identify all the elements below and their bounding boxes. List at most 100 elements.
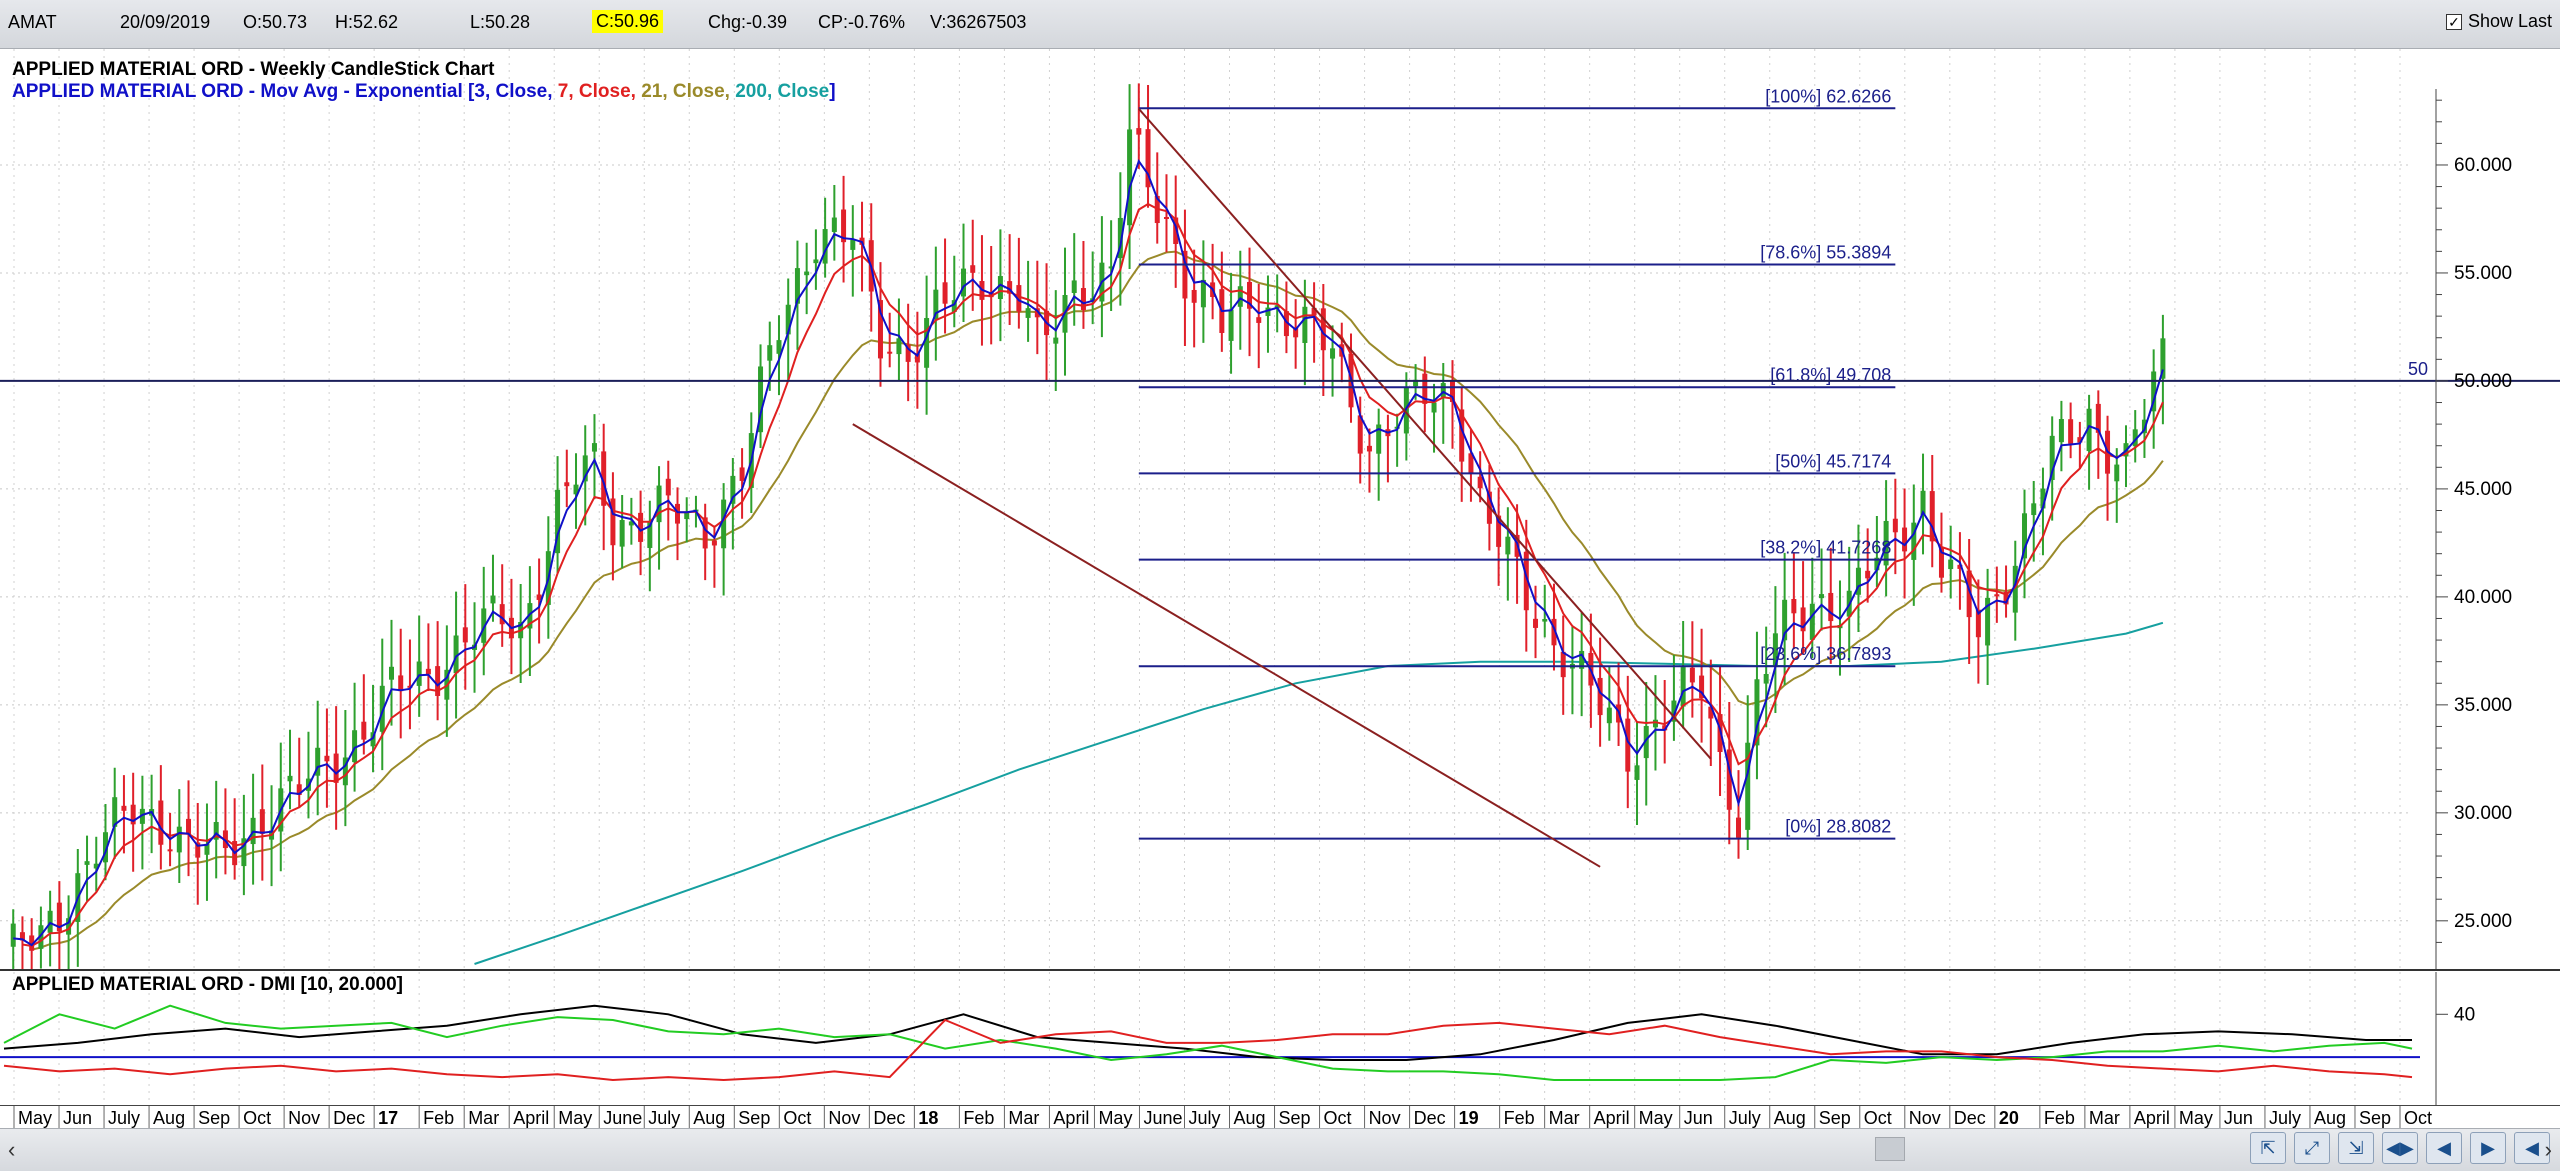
volume-value: V:36267503: [930, 12, 1027, 32]
candle-body: [1634, 765, 1640, 780]
candle-body: [1228, 309, 1234, 341]
candle-body: [1560, 651, 1566, 678]
chart-nav-button[interactable]: ◀▶: [2382, 1132, 2418, 1164]
fib-level-label: [100%] 62.6266: [1765, 86, 1891, 106]
chart-nav-button[interactable]: ⇲: [2338, 1132, 2374, 1164]
candle-body: [1477, 476, 1483, 489]
candle-body: [2114, 464, 2120, 482]
candle-body: [1689, 667, 1695, 683]
show-last-label: Show Last: [2467, 11, 2552, 31]
candle-body: [1597, 677, 1603, 716]
x-tick-label: July: [108, 1108, 140, 1128]
candle-body: [1025, 308, 1031, 318]
x-tick-label: Mar: [1008, 1108, 1039, 1128]
dmi-y-tick-label: 40: [2454, 1004, 2475, 1025]
x-tick-label: Aug: [153, 1108, 185, 1128]
candle-body: [831, 217, 837, 232]
overlay-period-3: 3: [474, 81, 485, 102]
chart-nav-buttons: ⇱ ⤢ ⇲ ◀▶ ◀ ▶ ◀: [2250, 1132, 2550, 1164]
x-tick-label: May: [558, 1108, 592, 1128]
candle-body: [324, 755, 330, 762]
overlay-title-suffix: ]: [829, 81, 835, 102]
y-tick-label: 60.000: [2454, 155, 2512, 176]
candle-body: [1200, 279, 1206, 308]
dmi-chart[interactable]: 40 APPLIED MATERIAL ORD - DMI [10, 20.00…: [0, 972, 2560, 1105]
show-last-toggle[interactable]: ✓ Show Last: [2445, 11, 2552, 32]
candle-body: [1892, 518, 1898, 533]
candle-body: [2068, 419, 2074, 444]
price-chart[interactable]: [100%] 62.6266 [78.6%] 55.3894 [61.8%] 49.…: [0, 49, 2560, 971]
overlay-period-21: 21: [641, 81, 663, 102]
candle-body: [1809, 603, 1815, 640]
candle-body: [1819, 594, 1825, 599]
candle-body: [333, 753, 339, 783]
candle-body: [2058, 419, 2064, 443]
candle-body: [961, 268, 967, 297]
candle-body: [1302, 306, 1308, 343]
candle-body: [47, 910, 53, 933]
candle-body: [121, 805, 127, 811]
scrollbar-thumb[interactable]: [1875, 1137, 1905, 1161]
quote-toolbar: AMAT 20/09/2019 O:50.73 H:52.62 L:50.28 …: [0, 0, 2560, 49]
overlay-close-1: , Close,: [485, 81, 558, 102]
hline-50-label: 50: [2408, 359, 2428, 379]
candle-body: [1735, 817, 1741, 838]
x-tick-label: Mar: [468, 1108, 499, 1128]
candle-body: [924, 318, 930, 368]
x-tick-label: May: [1639, 1108, 1673, 1128]
x-tick-label: July: [648, 1108, 680, 1128]
x-tick-label: Dec: [873, 1108, 905, 1128]
candle-body: [813, 259, 819, 264]
candle-body: [767, 345, 773, 361]
x-tick-label: Dec: [1414, 1108, 1446, 1128]
candle-body: [186, 818, 192, 835]
x-tick-label: Sep: [1819, 1108, 1851, 1128]
candle-body: [167, 849, 173, 852]
change-value: Chg:-0.39: [708, 12, 788, 32]
dmi-title: APPLIED MATERIAL ORD - DMI [10, 20.000]: [12, 974, 403, 995]
candle-body: [970, 265, 976, 273]
chart-nav-button[interactable]: ▶: [2470, 1132, 2506, 1164]
candle-body: [1680, 667, 1686, 707]
chart-title: APPLIED MATERIAL ORD - Weekly CandleStic…: [12, 59, 495, 80]
x-tick-label: Sep: [1279, 1108, 1311, 1128]
x-tick-label: June: [603, 1108, 642, 1128]
candle-body: [287, 775, 293, 782]
candle-body: [665, 478, 671, 496]
candle-body: [684, 512, 690, 520]
candle-body: [1127, 129, 1133, 226]
x-tick-label: Aug: [1774, 1108, 1806, 1128]
show-last-checkbox[interactable]: ✓: [2445, 13, 2462, 30]
chart-nav-button[interactable]: ◀: [2426, 1132, 2462, 1164]
y-tick-label: 25.000: [2454, 911, 2512, 932]
candle-body: [1542, 619, 1548, 622]
overlay-close-2: , Close,: [568, 81, 641, 102]
chart-nav-button[interactable]: ⤢: [2294, 1132, 2330, 1164]
x-tick-label: Oct: [783, 1108, 811, 1128]
chart-nav-button[interactable]: ⇱: [2250, 1132, 2286, 1164]
scroll-left-button[interactable]: ‹: [8, 1137, 15, 1163]
x-tick-label: Nov: [1909, 1108, 1941, 1128]
x-tick-label: May: [18, 1108, 52, 1128]
candle-body: [1763, 673, 1769, 684]
candle-body: [1828, 592, 1834, 622]
candle-body: [1505, 536, 1511, 555]
x-tick-label: Sep: [2359, 1108, 2391, 1128]
scroll-right-button[interactable]: ›: [2545, 1137, 2552, 1163]
low-value: L:50.28: [470, 12, 531, 32]
candle-body: [259, 809, 265, 834]
x-tick-label: Oct: [243, 1108, 271, 1128]
x-tick-label: Nov: [1369, 1108, 1401, 1128]
fib-level-label: [38.2%] 41.7268: [1760, 538, 1891, 558]
x-tick-label: Feb: [2044, 1108, 2075, 1128]
x-tick-label: Oct: [2404, 1108, 2432, 1128]
x-tick-label: Jun: [63, 1108, 92, 1128]
candle-body: [176, 826, 182, 853]
x-tick-label: Aug: [693, 1108, 725, 1128]
x-tick-label: 18: [918, 1108, 938, 1128]
candle-body: [1431, 402, 1437, 413]
overlay-period-200: 200: [735, 81, 767, 102]
candle-body: [361, 721, 367, 740]
change-pct-value: CP:-0.76%: [818, 12, 906, 32]
fib-level-label: [0%] 28.8082: [1785, 817, 1891, 837]
